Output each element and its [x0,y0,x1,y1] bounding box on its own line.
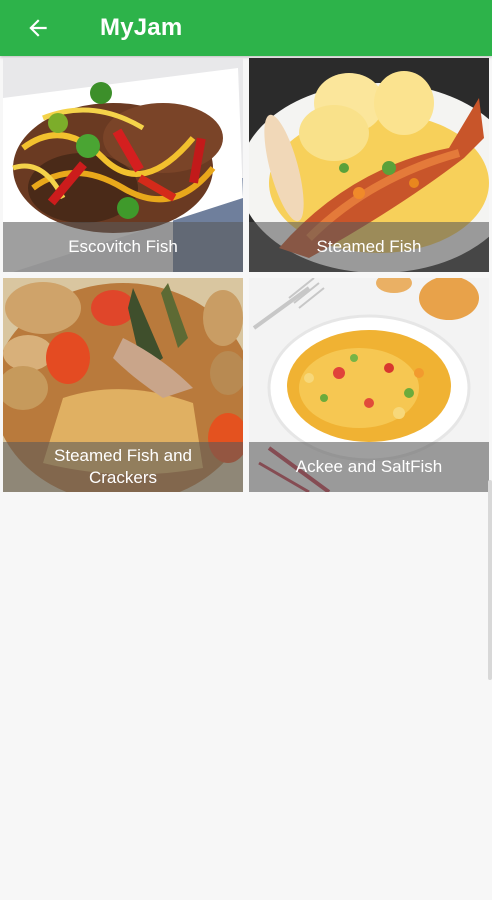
recipe-label: Escovitch Fish [3,222,243,272]
recipe-tile-steamed-fish-and-crackers[interactable]: Steamed Fish and Crackers [3,278,243,492]
recipe-grid: Escovitch Fish Steamed Fish Steamed Fish… [3,58,489,492]
recipe-label: Ackee and SaltFish [249,442,489,492]
recipe-tile-steamed-fish[interactable]: Steamed Fish [249,58,489,272]
recipe-label: Steamed Fish [249,222,489,272]
back-button[interactable] [10,0,66,56]
arrow-left-icon [29,19,47,37]
app-title: MyJam [100,14,183,41]
recipe-tile-ackee-and-saltfish[interactable]: Ackee and SaltFish [249,278,489,492]
recipe-tile-escovitch-fish[interactable]: Escovitch Fish [3,58,243,272]
app-bar: MyJam [0,0,492,56]
scrollbar[interactable] [488,480,492,680]
recipe-label: Steamed Fish and Crackers [3,442,243,492]
